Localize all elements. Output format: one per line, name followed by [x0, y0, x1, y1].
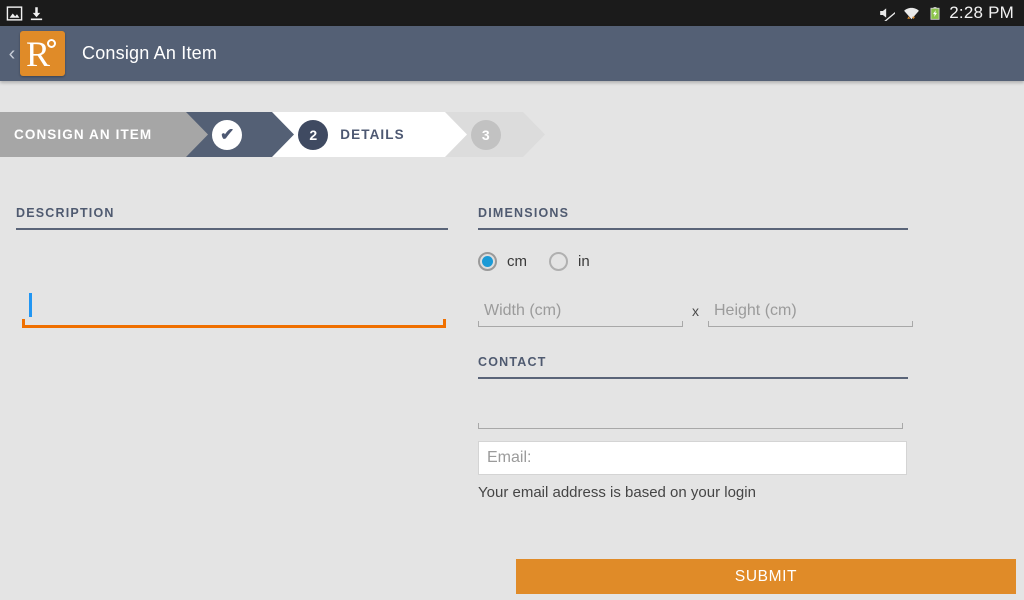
- check-icon: ✔: [220, 124, 235, 144]
- right-column: DIMENSIONS cm in Width (cm) x Height (cm…: [478, 206, 913, 501]
- back-button[interactable]: ‹: [4, 44, 20, 64]
- radio-in-label[interactable]: in: [578, 253, 590, 270]
- dimensions-heading: DIMENSIONS: [478, 206, 570, 220]
- email-input[interactable]: Email:: [478, 441, 907, 475]
- chevron-arrow-icon: [444, 112, 467, 157]
- mute-icon: [876, 5, 896, 21]
- wifi-icon: [902, 5, 921, 22]
- dimensions-section: DIMENSIONS cm in Width (cm) x Height (cm…: [478, 206, 913, 327]
- dimensions-fields: Width (cm) x Height (cm): [478, 295, 913, 327]
- input-underline: [708, 321, 913, 327]
- dimensions-separator: x: [692, 303, 699, 319]
- submit-button[interactable]: SUBMIT: [516, 559, 1016, 594]
- description-heading: DESCRIPTION: [16, 206, 115, 220]
- step-breadcrumb: CONSIGN AN ITEM ✔ 2 DETAILS 3: [0, 112, 545, 157]
- step-number-badge: 3: [470, 119, 501, 150]
- radio-selected-dot-icon: [482, 255, 493, 267]
- section-divider: [478, 377, 908, 379]
- app-bar: ‹ R Consign An Item: [0, 26, 1024, 81]
- step-complete-badge: ✔: [212, 119, 243, 150]
- chevron-arrow-icon: [186, 112, 209, 157]
- app-logo-letter: R: [26, 34, 51, 74]
- height-input-placeholder: Height (cm): [714, 302, 797, 319]
- section-divider: [478, 228, 908, 230]
- breadcrumb-step-details[interactable]: 2 DETAILS: [272, 112, 467, 157]
- width-input-placeholder: Width (cm): [484, 302, 562, 319]
- input-underline: [478, 423, 903, 429]
- page-title: Consign An Item: [82, 43, 218, 63]
- breadcrumb-step-consign-an-item[interactable]: CONSIGN AN ITEM: [0, 112, 209, 157]
- contact-heading: CONTACT: [478, 355, 547, 369]
- description-section: DESCRIPTION: [16, 206, 448, 328]
- step-number-badge: 2: [298, 119, 329, 150]
- contact-section: CONTACT Email: Your email address is bas…: [478, 355, 908, 501]
- input-underline: [478, 321, 683, 327]
- radio-in[interactable]: [549, 251, 568, 271]
- text-caret: [29, 293, 32, 317]
- app-logo[interactable]: R: [20, 31, 65, 76]
- section-divider: [16, 228, 448, 230]
- radio-cm[interactable]: [478, 251, 497, 271]
- download-icon: [29, 5, 44, 22]
- email-helper-text: Your email address is based on your logi…: [478, 484, 756, 501]
- contact-name-input[interactable]: [478, 397, 903, 429]
- height-input[interactable]: Height (cm): [708, 295, 913, 327]
- width-input[interactable]: Width (cm): [478, 295, 683, 327]
- email-input-placeholder: Email:: [487, 449, 532, 466]
- status-bar-system-icons: 2:28 PM: [876, 3, 1024, 23]
- status-bar-notifications: [0, 5, 44, 22]
- app-root: 2:28 PM ‹ R Consign An Item CONSIGN AN I…: [0, 0, 1024, 600]
- chevron-arrow-icon: [522, 112, 545, 157]
- image-icon: [6, 5, 23, 22]
- unit-radio-group: cm in: [478, 250, 908, 272]
- chevron-arrow-icon: [272, 112, 295, 157]
- description-input[interactable]: [16, 232, 448, 328]
- status-bar-clock: 2:28 PM: [949, 3, 1014, 22]
- breadcrumb-step-label: DETAILS: [340, 127, 405, 142]
- android-status-bar: 2:28 PM: [0, 0, 1024, 26]
- app-logo-circle-icon: [47, 39, 56, 48]
- breadcrumb-step-label: CONSIGN AN ITEM: [14, 127, 153, 142]
- radio-cm-label[interactable]: cm: [507, 253, 527, 270]
- battery-charging-icon: [928, 5, 942, 22]
- description-input-underline: [22, 319, 446, 328]
